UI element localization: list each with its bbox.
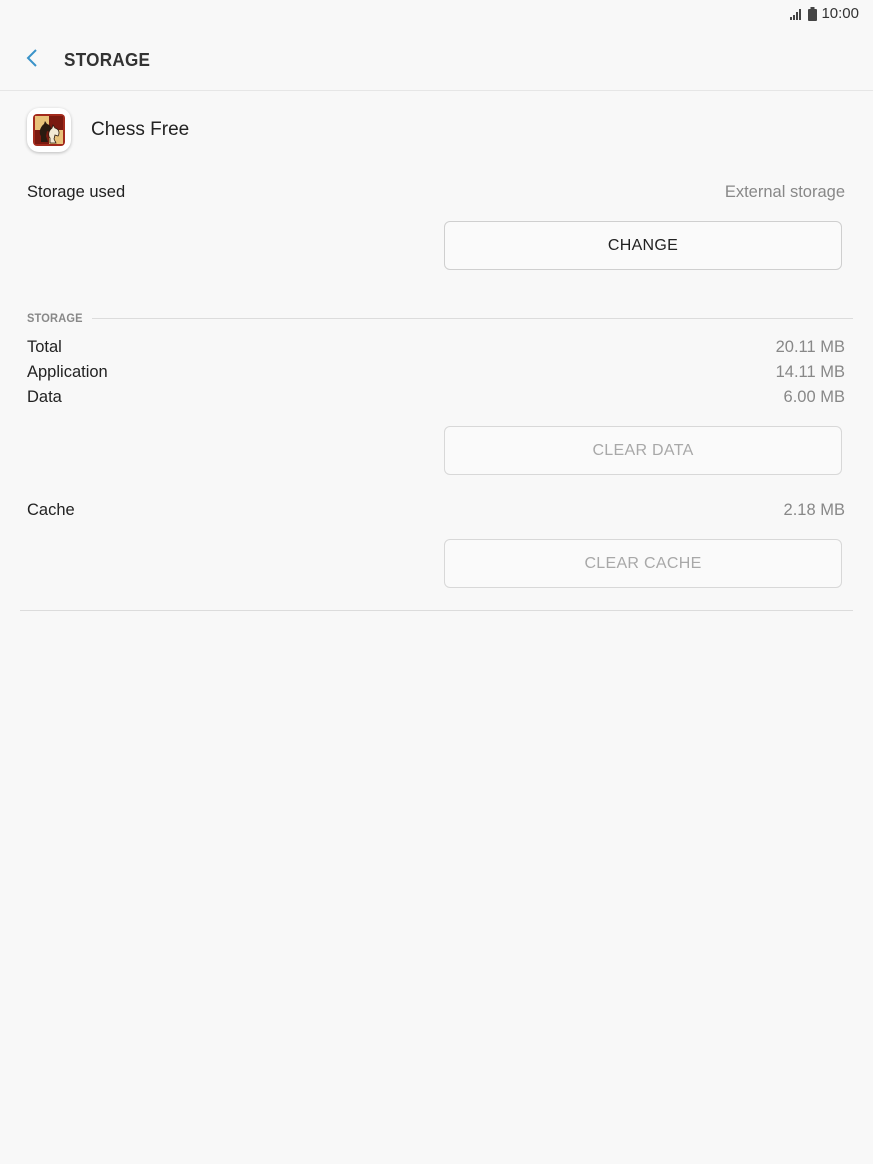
application-value: 14.11 MB (775, 363, 845, 381)
storage-row-data: Data 6.00 MB (27, 388, 845, 407)
status-bar: 10:00 (0, 0, 873, 28)
change-button[interactable]: CHANGE (444, 221, 842, 270)
chevron-left-icon (25, 48, 39, 73)
storage-used-label: Storage used (27, 183, 126, 201)
application-label: Application (27, 363, 108, 381)
storage-used-row: Storage used External storage (27, 183, 845, 202)
clear-data-button[interactable]: CLEAR DATA (444, 426, 842, 475)
cache-label: Cache (27, 501, 75, 519)
app-bar: STORAGE (0, 32, 873, 91)
section-label: STORAGE (27, 311, 83, 325)
app-name: Chess Free (91, 119, 190, 140)
total-value: 20.11 MB (775, 338, 845, 356)
storage-section-header: STORAGE (27, 311, 853, 325)
storage-row-application: Application 14.11 MB (27, 363, 845, 382)
storage-used-value: External storage (724, 183, 845, 201)
page-title: STORAGE (64, 50, 151, 70)
cache-value: 2.18 MB (783, 501, 845, 519)
clear-cache-button[interactable]: CLEAR CACHE (444, 539, 842, 588)
cache-row: Cache 2.18 MB (27, 501, 845, 520)
data-label: Data (27, 388, 62, 406)
signal-icon (790, 8, 804, 20)
section-divider (91, 317, 853, 319)
status-icons: 10:00 (790, 5, 859, 22)
battery-icon (808, 6, 818, 21)
status-time: 10:00 (821, 5, 859, 22)
chess-app-icon (27, 108, 71, 152)
back-button[interactable] (16, 44, 48, 76)
storage-row-total: Total 20.11 MB (27, 338, 845, 357)
app-info-row: Chess Free (27, 106, 189, 154)
bottom-divider (20, 610, 853, 611)
data-value: 6.00 MB (783, 388, 845, 406)
total-label: Total (27, 338, 62, 356)
